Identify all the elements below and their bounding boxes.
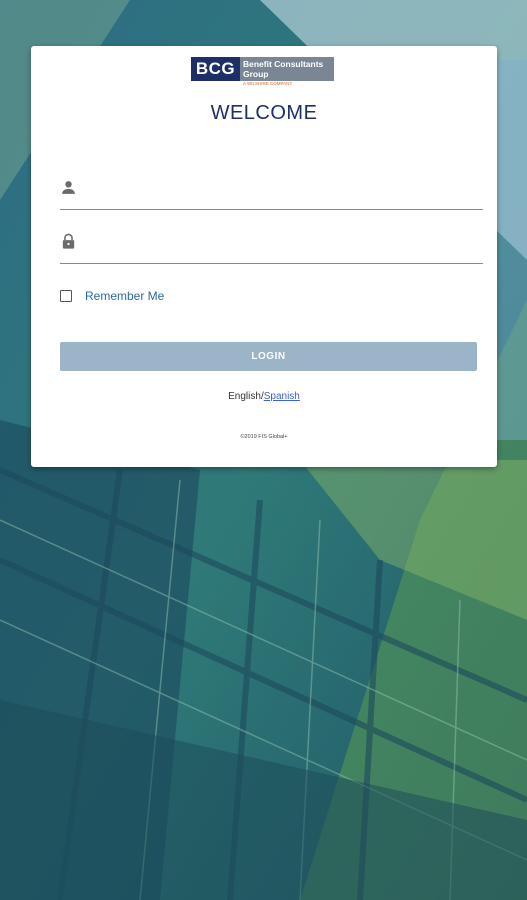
page-title: WELCOME: [210, 102, 318, 124]
language-spanish-link[interactable]: Spanish: [264, 391, 300, 402]
logo-name: Benefit Consultants Group: [240, 57, 334, 81]
language-english[interactable]: English: [228, 391, 261, 402]
logo-tagline: A WILSHIRE COMPANY: [243, 81, 293, 86]
username-field: [60, 171, 484, 210]
username-input[interactable]: [90, 175, 484, 205]
password-field: [60, 225, 484, 264]
lock-icon: [62, 233, 75, 249]
remember-me-label[interactable]: Remember Me: [85, 289, 164, 303]
password-input[interactable]: [90, 229, 484, 259]
remember-me-checkbox[interactable]: [60, 290, 72, 302]
user-icon: [62, 181, 75, 194]
copyright-text: ©2019 FIS Global+: [240, 434, 288, 440]
login-card: BCG Benefit Consultants Group A WILSHIRE…: [31, 46, 497, 467]
company-logo: BCG Benefit Consultants Group A WILSHIRE…: [191, 57, 334, 87]
login-button[interactable]: LOGIN: [60, 342, 477, 371]
language-switcher: English/Spanish: [31, 391, 497, 402]
logo-abbrev: BCG: [191, 57, 240, 81]
